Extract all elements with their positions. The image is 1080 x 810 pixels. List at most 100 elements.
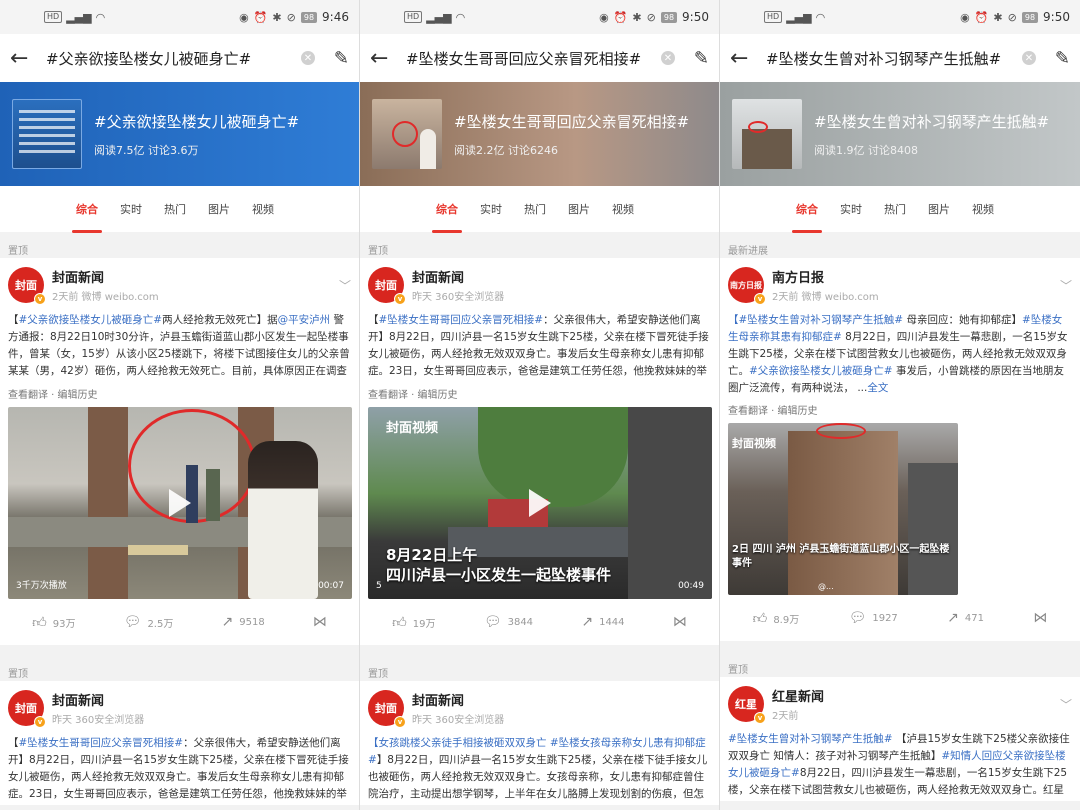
author-name[interactable]: 封面新闻 [52,690,351,709]
back-arrow-icon[interactable]: ← [730,46,756,71]
bluetooth-icon: ✱ [272,10,282,24]
post-actions: 👍︎ 8.9万 💬︎ 1927 ↗ 471 ⋈ [728,595,1072,641]
comment-button[interactable]: 💬︎ 2.5万 [124,614,174,630]
clear-icon[interactable]: ✕ [301,51,315,65]
post-card[interactable]: 红星 v 红星新闻 2天前 ﹀ #坠楼女生曾对补习钢琴产生抵触# 【泸县15岁女生… [720,677,1080,801]
section-label: 置顶 [728,665,748,676]
screen-1: HD ▂▄▆ ◠ ◉ ⏰ ✱ ⊘ 98 9:46 ← #父亲欲接坠楼女儿被砸身亡… [0,0,360,810]
translate-history[interactable]: 查看翻译 · 编辑历史 [728,402,1072,417]
topic-title: #坠楼女生哥哥回应父亲冒死相接# [454,112,690,131]
verified-icon: v [34,716,46,728]
search-topic-title[interactable]: #坠楼女生哥哥回应父亲冒死相接# [406,48,651,69]
tab-comprehensive[interactable]: 综合 [72,195,102,233]
play-icon[interactable] [169,489,191,517]
author-name[interactable]: 封面新闻 [52,267,331,286]
tab-hot[interactable]: 热门 [524,195,546,223]
hashtag-link[interactable]: 【#坠楼女生曾对补习钢琴产生抵触# [728,314,903,326]
video-player[interactable]: 封面视频 2日 四川 泸州 泸县玉蟾街道蓝山郡小区一起坠楼事件 @... [728,423,958,595]
avatar[interactable]: 南方日报 v [728,267,766,305]
share-icon[interactable]: ⋈ [673,614,687,630]
hashtag-link[interactable]: 【女孩跳楼父亲徒手相接被砸双双身亡 [368,737,547,749]
tab-videos[interactable]: 视频 [252,195,274,223]
author-name[interactable]: 封面新闻 [412,690,711,709]
post-card[interactable]: 封面 v 封面新闻 昨天 360安全浏览器 【女孩跳楼父亲徒手相接被砸双双身亡 #… [360,681,719,805]
author-name[interactable]: 封面新闻 [412,267,711,286]
topic-banner: #坠楼女生曾对补习钢琴产生抵触# 阅读1.9亿 讨论8408 [720,82,1080,186]
post-card[interactable]: 封面 v 封面新闻 昨天 360安全浏览器 【#坠楼女生哥哥回应父亲冒死相接#：父… [360,258,719,645]
like-button[interactable]: 👍︎ 8.9万 [753,610,800,627]
play-icon[interactable] [529,489,551,517]
post-text: 【#坠楼女生哥哥回应父亲冒死相接#：父亲很伟大，希望安静送他们离开】8月22日，… [368,314,709,377]
edit-pencil-icon[interactable]: ✎ [685,48,709,69]
clear-icon[interactable]: ✕ [661,51,675,65]
video-brand-watermark: 封面视频 [386,421,439,436]
alarm-icon: ⏰ [974,10,989,24]
tab-videos[interactable]: 视频 [612,195,634,223]
tab-comprehensive[interactable]: 综合 [432,195,462,233]
avatar[interactable]: 红星 v [728,686,766,724]
repost-button[interactable]: ↗ 471 [947,610,984,626]
like-button[interactable]: 👍︎ 93万 [32,614,75,631]
edit-pencil-icon[interactable]: ✎ [1046,48,1070,69]
avatar[interactable]: 封面 v [8,690,46,728]
video-watermark: @... [818,582,834,591]
section-label: 置顶 [8,669,28,680]
tab-hot[interactable]: 热门 [884,195,906,223]
back-arrow-icon[interactable]: ← [10,46,36,71]
tab-bar: 综合 实时 热门 图片 视频 [720,186,1080,233]
hashtag-link[interactable]: #坠楼女生哥哥回应父亲冒死相接# [379,314,544,326]
mention-link[interactable]: @平安泸州 [278,314,331,326]
share-icon[interactable]: ⋈ [1033,610,1047,626]
top-nav: ← #坠楼女生曾对补习钢琴产生抵触# ✕ ✎ [720,34,1080,82]
tab-hot[interactable]: 热门 [164,195,186,223]
chevron-down-icon[interactable]: ﹀ [1060,696,1072,713]
hashtag-link[interactable]: #父亲欲接坠楼女儿被砸身亡# [749,365,893,377]
clock: 9:46 [322,10,349,24]
alarm-icon: ⏰ [253,10,268,24]
tab-videos[interactable]: 视频 [972,195,994,223]
post-text: 【女孩跳楼父亲徒手相接被砸双双身亡 #坠楼女孩母亲称女儿患有抑郁症#】8月22日… [368,737,708,800]
repost-button[interactable]: ↗ 1444 [581,614,624,630]
avatar[interactable]: 封面 v [8,267,46,305]
search-topic-title[interactable]: #坠楼女生曾对补习钢琴产生抵触# [766,48,1012,69]
video-player[interactable]: 封面视频 8月22日上午 四川泸县一小区发生一起坠楼事件 5 00:49 [368,407,712,599]
topic-title: #坠楼女生曾对补习钢琴产生抵触# [814,112,1050,131]
avatar[interactable]: 封面 v [368,690,406,728]
chevron-down-icon[interactable]: ﹀ [1060,277,1072,294]
tab-images[interactable]: 图片 [928,195,950,223]
tab-images[interactable]: 图片 [568,195,590,223]
translate-history[interactable]: 查看翻译 · 编辑历史 [8,386,351,401]
hashtag-link[interactable]: #坠楼女生曾对补习钢琴产生抵触# [728,733,893,745]
edit-pencil-icon[interactable]: ✎ [325,48,349,69]
author-name[interactable]: 南方日报 [772,267,1052,286]
comment-icon: 💬︎ [848,610,867,626]
repost-button[interactable]: ↗ 9518 [222,614,265,630]
share-icon[interactable]: ⋈ [313,614,327,630]
battery-icon: 98 [300,11,318,23]
comment-button[interactable]: 💬︎ 1927 [849,610,898,626]
topic-thumbnail [732,99,802,169]
tab-comprehensive[interactable]: 综合 [792,195,822,233]
avatar[interactable]: 封面 v [368,267,406,305]
search-topic-title[interactable]: #父亲欲接坠楼女儿被砸身亡# [46,48,291,69]
clear-icon[interactable]: ✕ [1022,51,1036,65]
video-player[interactable]: 3千万次播放 00:07 [8,407,352,599]
signal-icon: ▂▄▆ [786,10,812,24]
tab-realtime[interactable]: 实时 [480,195,502,223]
post-card[interactable]: 封面 v 封面新闻 2天前 微博 weibo.com ﹀ 【#父亲欲接坠楼女儿被砸… [0,258,359,645]
expand-link[interactable]: 全文 [867,382,888,394]
topic-banner: #坠楼女生哥哥回应父亲冒死相接# 阅读2.2亿 讨论6246 [360,82,719,186]
tab-images[interactable]: 图片 [208,195,230,223]
hashtag-link[interactable]: #父亲欲接坠楼女儿被砸身亡# [19,314,163,326]
post-card[interactable]: 封面 v 封面新闻 昨天 360安全浏览器 【#坠楼女生哥哥回应父亲冒死相接#：父… [0,681,359,805]
tab-realtime[interactable]: 实时 [840,195,862,223]
hashtag-link[interactable]: #坠楼女生哥哥回应父亲冒死相接# [19,737,184,749]
author-name[interactable]: 红星新闻 [772,686,1052,705]
tab-realtime[interactable]: 实时 [120,195,142,223]
like-button[interactable]: 👍︎ 19万 [392,614,435,631]
post-card[interactable]: 南方日报 v 南方日报 2天前 微博 weibo.com ﹀ 【#坠楼女生曾对补习… [720,258,1080,641]
translate-history[interactable]: 查看翻译 · 编辑历史 [368,386,711,401]
chevron-down-icon[interactable]: ﹀ [339,277,351,294]
back-arrow-icon[interactable]: ← [370,46,396,71]
comment-button[interactable]: 💬︎ 3844 [484,614,533,630]
